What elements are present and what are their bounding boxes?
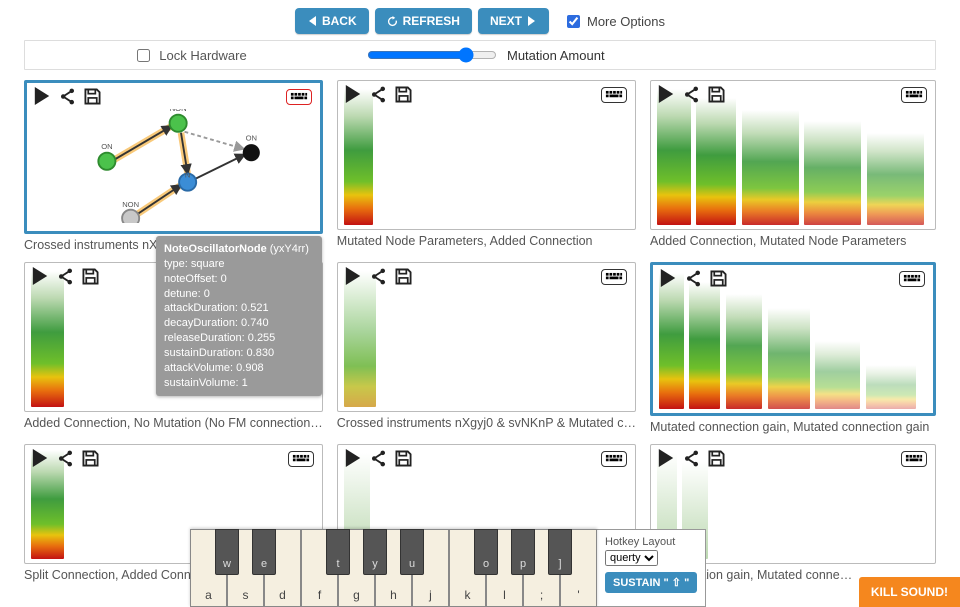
next-label: NEXT — [490, 14, 522, 28]
card-caption: Added Connection, Mutated Node Parameter… — [650, 234, 936, 248]
piano-side-panel: Hotkey Layout querty SUSTAIN " ⇧ " — [597, 529, 706, 607]
keyboard-icon[interactable] — [899, 271, 925, 290]
svg-text:N: N — [185, 170, 190, 179]
hotkey-layout-select[interactable]: querty — [605, 550, 658, 566]
save-icon[interactable] — [82, 268, 99, 288]
black-key-y[interactable]: y — [363, 529, 387, 575]
refresh-icon — [387, 16, 398, 27]
play-icon[interactable] — [344, 449, 362, 470]
svg-text:NON: NON — [122, 200, 139, 209]
save-icon[interactable] — [708, 450, 725, 470]
tooltip-line: attackDuration: 0.521 — [164, 301, 314, 316]
lock-hardware-toggle[interactable]: Lock Hardware — [25, 46, 355, 65]
hotkey-layout-label: Hotkey Layout — [605, 536, 697, 548]
play-icon[interactable] — [657, 85, 675, 106]
share-icon[interactable] — [370, 268, 387, 288]
share-icon[interactable] — [683, 86, 700, 106]
card-2[interactable] — [650, 80, 936, 230]
play-icon[interactable] — [33, 87, 51, 108]
tooltip-id: (yxY4rr) — [270, 243, 309, 255]
top-toolbar: BACK REFRESH NEXT More Options — [0, 0, 960, 40]
play-icon[interactable] — [659, 269, 677, 290]
card-caption: Mutated connection gain, Mutated connect… — [650, 420, 936, 434]
lock-hardware-checkbox[interactable] — [137, 49, 150, 62]
save-icon[interactable] — [395, 86, 412, 106]
card-1[interactable] — [337, 80, 636, 230]
tooltip-line: attackVolume: 0.908 — [164, 361, 314, 376]
cards-grid: ONNONONNNONCrossed instruments nX…Mutate… — [0, 80, 960, 582]
share-icon[interactable] — [59, 88, 76, 108]
tooltip-line: sustainDuration: 0.830 — [164, 346, 314, 361]
share-icon[interactable] — [683, 450, 700, 470]
share-icon[interactable] — [57, 268, 74, 288]
play-icon[interactable] — [344, 267, 362, 288]
save-icon[interactable] — [708, 86, 725, 106]
tooltip-line: decayDuration: 0.740 — [164, 316, 314, 331]
black-key-w[interactable]: w — [215, 529, 239, 575]
card-5[interactable] — [650, 262, 936, 416]
share-icon[interactable] — [57, 450, 74, 470]
refresh-label: REFRESH — [403, 14, 460, 28]
back-label: BACK — [322, 14, 357, 28]
svg-text:ON: ON — [246, 133, 257, 142]
share-icon[interactable] — [685, 270, 702, 290]
save-icon[interactable] — [395, 450, 412, 470]
save-icon[interactable] — [395, 268, 412, 288]
tooltip-line: noteOffset: 0 — [164, 272, 314, 287]
share-icon[interactable] — [370, 450, 387, 470]
mutation-slider[interactable] — [367, 47, 497, 63]
lock-hardware-label: Lock Hardware — [159, 48, 246, 63]
black-key-u[interactable]: u — [400, 529, 424, 575]
play-icon[interactable] — [657, 449, 675, 470]
svg-text:NON: NON — [170, 109, 187, 113]
tooltip-title: NoteOscillatorNode — [164, 243, 267, 255]
node-tooltip: NoteOscillatorNode (yxY4rr) type: square… — [156, 236, 322, 396]
piano-keys[interactable]: asdfghjkl;'wetyuop] — [190, 529, 597, 607]
kill-sound-button[interactable]: KILL SOUND! — [859, 577, 960, 607]
keyboard-icon[interactable] — [601, 451, 627, 470]
tooltip-line: type: square — [164, 257, 314, 272]
refresh-button[interactable]: REFRESH — [375, 8, 472, 34]
card-caption: Mutated Node Parameters, Added Connectio… — [337, 234, 636, 248]
black-key-p[interactable]: p — [511, 529, 535, 575]
mutation-label: Mutation Amount — [507, 48, 605, 63]
back-button[interactable]: BACK — [295, 8, 369, 34]
tooltip-line: sustainVolume: 1 — [164, 376, 314, 391]
keyboard-icon[interactable] — [601, 87, 627, 106]
share-icon[interactable] — [370, 86, 387, 106]
save-icon[interactable] — [82, 450, 99, 470]
card-0[interactable]: ON NON ON N NON — [24, 80, 323, 234]
next-button[interactable]: NEXT — [478, 8, 549, 34]
black-key-o[interactable]: o — [474, 529, 498, 575]
black-key-e[interactable]: e — [252, 529, 276, 575]
play-icon[interactable] — [344, 85, 362, 106]
more-options-toggle[interactable]: More Options — [563, 12, 665, 31]
black-key-t[interactable]: t — [326, 529, 350, 575]
card-caption: Added Connection, No Mutation (No FM con… — [24, 416, 323, 430]
card-caption: Crossed instruments nXgyj0 & svNKnP & Mu… — [337, 416, 636, 430]
play-icon[interactable] — [31, 267, 49, 288]
svg-text:ON: ON — [101, 142, 112, 151]
keyboard-icon[interactable] — [288, 451, 314, 470]
more-options-label: More Options — [587, 14, 665, 29]
skip-forward-icon — [527, 16, 537, 26]
options-row: Lock Hardware Mutation Amount — [24, 40, 936, 70]
tooltip-line: releaseDuration: 0.255 — [164, 331, 314, 346]
skip-back-icon — [307, 16, 317, 26]
keyboard-icon[interactable] — [901, 451, 927, 470]
more-options-checkbox[interactable] — [567, 15, 580, 28]
tooltip-line: detune: 0 — [164, 287, 314, 302]
save-icon[interactable] — [710, 270, 727, 290]
sustain-button[interactable]: SUSTAIN " ⇧ " — [605, 572, 697, 593]
save-icon[interactable] — [84, 88, 101, 108]
keyboard-icon[interactable] — [601, 269, 627, 288]
card-4[interactable] — [337, 262, 636, 412]
keyboard-icon[interactable] — [286, 89, 312, 108]
play-icon[interactable] — [31, 449, 49, 470]
black-key-][interactable]: ] — [548, 529, 572, 575]
keyboard-icon[interactable] — [901, 87, 927, 106]
piano-keyboard: asdfghjkl;'wetyuop] Hotkey Layout querty… — [190, 529, 706, 607]
